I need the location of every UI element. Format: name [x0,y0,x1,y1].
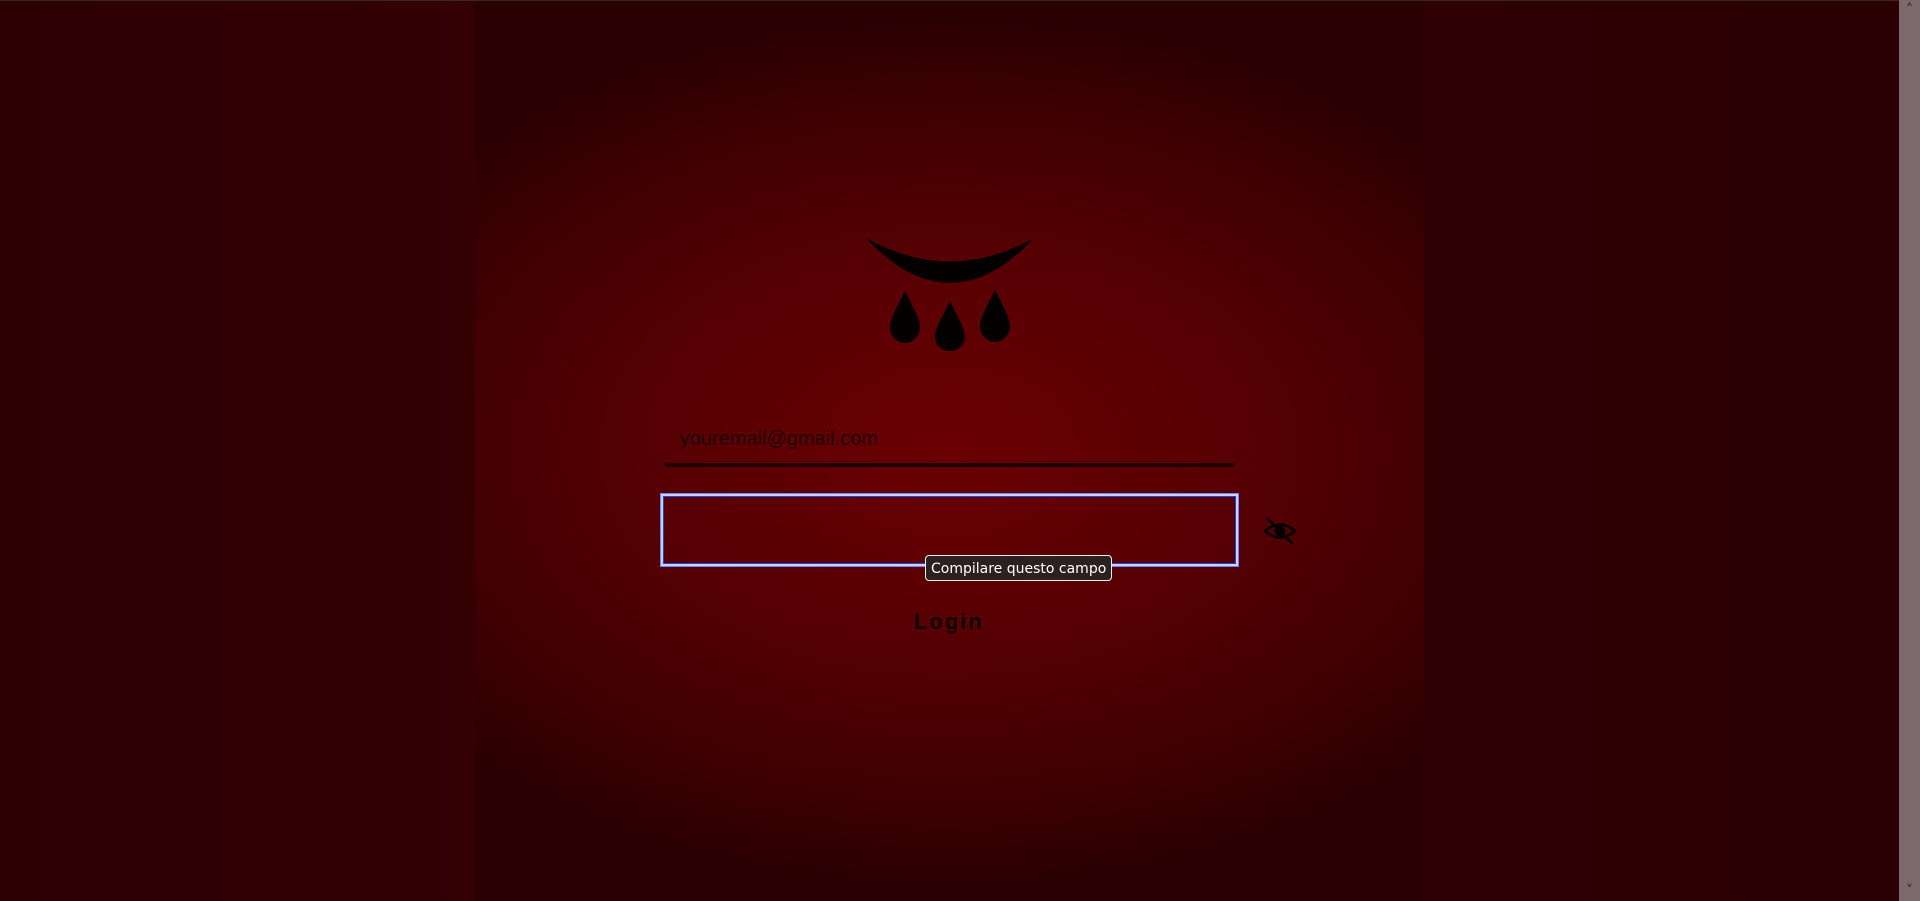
smile-drops-icon [866,238,1034,351]
vertical-scrollbar[interactable]: ˄ ˅ [1899,0,1920,901]
scroll-up-arrow-icon[interactable]: ˄ [1899,0,1920,20]
email-input[interactable] [665,415,1234,467]
login-button[interactable]: Login [888,606,1010,638]
password-input[interactable] [663,496,1236,564]
scroll-down-arrow-icon[interactable]: ˅ [1899,881,1920,901]
validation-tooltip: Compilare questo campo [925,555,1113,581]
eye-slash-icon[interactable] [1262,515,1298,547]
